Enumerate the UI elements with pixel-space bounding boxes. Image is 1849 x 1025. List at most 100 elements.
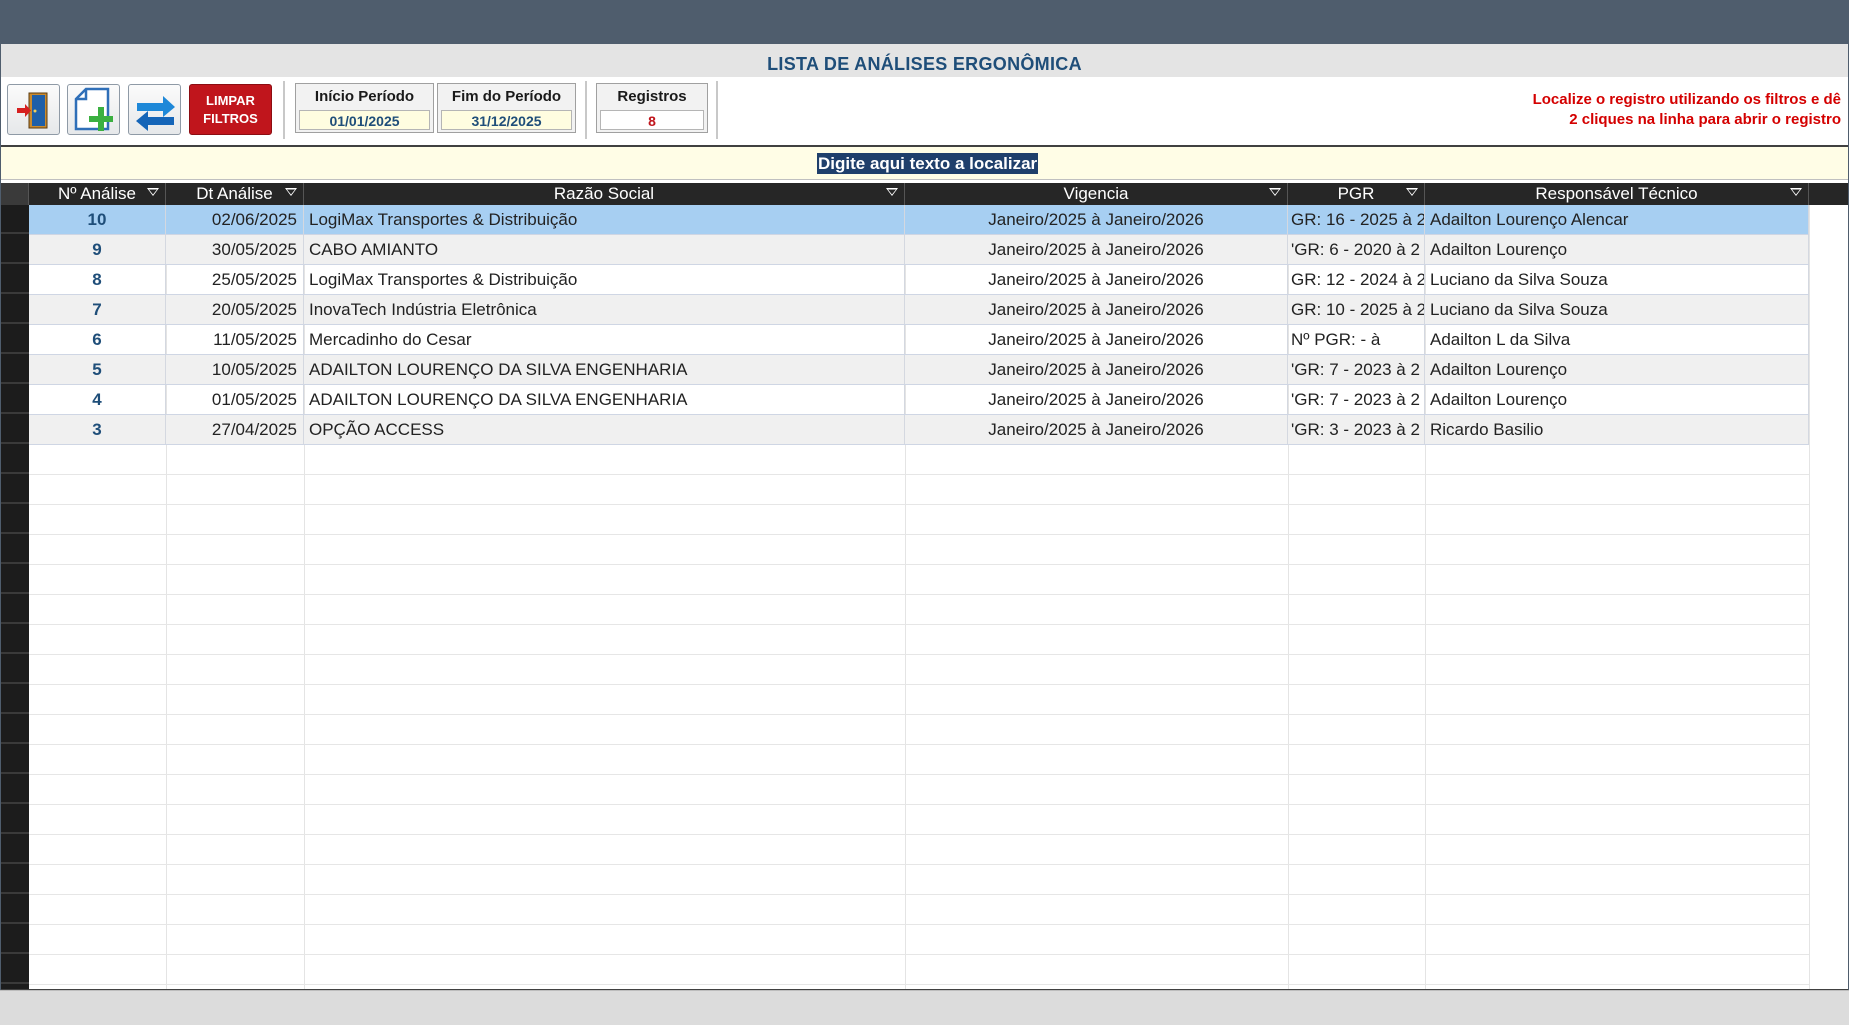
row-selector[interactable] [1, 535, 29, 564]
cell-vigencia[interactable]: Janeiro/2025 à Janeiro/2026 [905, 385, 1288, 414]
row-selector[interactable] [1, 835, 29, 864]
cell-razao-social[interactable]: ADAILTON LOURENÇO DA SILVA ENGENHARIA [304, 355, 905, 384]
row-selector[interactable] [1, 355, 29, 384]
filter-dropdown-icon[interactable] [1269, 188, 1281, 198]
row-selector[interactable] [1, 295, 29, 324]
col-header-vigencia[interactable]: Vigencia [905, 183, 1288, 205]
search-input[interactable]: Digite aqui texto a localizar [817, 153, 1039, 174]
row-selector[interactable] [1, 625, 29, 654]
table-row[interactable]: 9 30/05/2025 CABO AMIANTO Janeiro/2025 à Ja… [29, 235, 1809, 265]
cell-responsavel[interactable]: Adailton Lourenço [1425, 355, 1809, 384]
cell-responsavel[interactable]: Adailton Lourenço Alencar [1425, 205, 1809, 234]
row-selector[interactable] [1, 595, 29, 624]
cell-razao-social[interactable]: InovaTech Indústria Eletrônica [304, 295, 905, 324]
new-record-button[interactable] [67, 84, 120, 135]
row-selector[interactable] [1, 385, 29, 414]
row-selector[interactable] [1, 715, 29, 744]
table-row[interactable]: 4 01/05/2025 ADAILTON LOURENÇO DA SILVA EN… [29, 385, 1809, 415]
cell-responsavel[interactable]: Ricardo Basilio [1425, 415, 1809, 444]
cell-num[interactable]: 10 [29, 205, 166, 234]
select-all-corner[interactable] [1, 183, 29, 205]
row-selector[interactable] [1, 805, 29, 834]
cell-num[interactable]: 7 [29, 295, 166, 324]
cell-date[interactable]: 20/05/2025 [166, 295, 304, 324]
row-selector[interactable] [1, 565, 29, 594]
cell-vigencia[interactable]: Janeiro/2025 à Janeiro/2026 [905, 235, 1288, 264]
cell-razao-social[interactable]: ADAILTON LOURENÇO DA SILVA ENGENHARIA [304, 385, 905, 414]
cell-date[interactable]: 10/05/2025 [166, 355, 304, 384]
col-header-responsavel[interactable]: Responsável Técnico [1425, 183, 1809, 205]
col-header-num[interactable]: Nº Análise [29, 183, 166, 205]
row-selector[interactable] [1, 925, 29, 954]
record-selector-column[interactable] [1, 183, 29, 989]
cell-date[interactable]: 02/06/2025 [166, 205, 304, 234]
table-row[interactable]: 10 02/06/2025 LogiMax Transportes & Distri… [29, 205, 1809, 235]
row-selector[interactable] [1, 205, 29, 234]
end-period-input[interactable]: 31/12/2025 [441, 110, 572, 130]
cell-pgr[interactable]: 'GR: 6 - 2020 à 2 [1288, 235, 1425, 264]
refresh-button[interactable] [128, 84, 181, 135]
table-row[interactable]: 3 27/04/2025 OPÇÃO ACCESS Janeiro/2025 à Ja… [29, 415, 1809, 445]
col-header-razao[interactable]: Razão Social [304, 183, 905, 205]
cell-vigencia[interactable]: Janeiro/2025 à Janeiro/2026 [905, 205, 1288, 234]
cell-responsavel[interactable]: Adailton L da Silva [1425, 325, 1809, 354]
cell-pgr[interactable]: 'GR: 3 - 2023 à 2 [1288, 415, 1425, 444]
cell-razao-social[interactable]: LogiMax Transportes & Distribuição [304, 265, 905, 294]
row-selector[interactable] [1, 955, 29, 984]
filter-dropdown-icon[interactable] [1790, 188, 1802, 198]
col-header-date[interactable]: Dt Análise [166, 183, 304, 205]
cell-num[interactable]: 3 [29, 415, 166, 444]
cell-razao-social[interactable]: OPÇÃO ACCESS [304, 415, 905, 444]
row-selector[interactable] [1, 655, 29, 684]
cell-vigencia[interactable]: Janeiro/2025 à Janeiro/2026 [905, 295, 1288, 324]
cell-razao-social[interactable]: Mercadinho do Cesar [304, 325, 905, 354]
cell-vigencia[interactable]: Janeiro/2025 à Janeiro/2026 [905, 415, 1288, 444]
cell-responsavel[interactable]: Adailton Lourenço [1425, 385, 1809, 414]
window-title-bar[interactable] [0, 0, 1849, 45]
table-row[interactable]: 5 10/05/2025 ADAILTON LOURENÇO DA SILVA EN… [29, 355, 1809, 385]
cell-date[interactable]: 27/04/2025 [166, 415, 304, 444]
row-selector[interactable] [1, 505, 29, 534]
row-selector[interactable] [1, 325, 29, 354]
clear-filters-button[interactable]: LIMPAR FILTROS [189, 84, 272, 135]
cell-pgr[interactable]: 'GR: 7 - 2023 à 2 [1288, 355, 1425, 384]
row-selector[interactable] [1, 235, 29, 264]
cell-pgr[interactable]: GR: 10 - 2025 à 2 [1288, 295, 1425, 324]
cell-vigencia[interactable]: Janeiro/2025 à Janeiro/2026 [905, 265, 1288, 294]
filter-dropdown-icon[interactable] [886, 188, 898, 198]
exit-button[interactable] [7, 84, 60, 135]
row-selector[interactable] [1, 745, 29, 774]
row-selector[interactable] [1, 445, 29, 474]
cell-razao-social[interactable]: LogiMax Transportes & Distribuição [304, 205, 905, 234]
row-selector[interactable] [1, 415, 29, 444]
cell-date[interactable]: 01/05/2025 [166, 385, 304, 414]
filter-dropdown-icon[interactable] [285, 188, 297, 198]
start-period-input[interactable]: 01/01/2025 [299, 110, 430, 130]
cell-pgr[interactable]: 'GR: 7 - 2023 à 2 [1288, 385, 1425, 414]
cell-responsavel[interactable]: Luciano da Silva Souza [1425, 265, 1809, 294]
row-selector[interactable] [1, 895, 29, 924]
filter-dropdown-icon[interactable] [147, 188, 159, 198]
table-row[interactable]: 6 11/05/2025 Mercadinho do Cesar Janeiro/20… [29, 325, 1809, 355]
cell-num[interactable]: 4 [29, 385, 166, 414]
cell-vigencia[interactable]: Janeiro/2025 à Janeiro/2026 [905, 325, 1288, 354]
cell-pgr[interactable]: GR: 16 - 2025 à 2 [1288, 205, 1425, 234]
cell-date[interactable]: 30/05/2025 [166, 235, 304, 264]
cell-num[interactable]: 5 [29, 355, 166, 384]
row-selector[interactable] [1, 475, 29, 504]
cell-responsavel[interactable]: Adailton Lourenço [1425, 235, 1809, 264]
cell-pgr[interactable]: Nº PGR: - à [1288, 325, 1425, 354]
cell-date[interactable]: 25/05/2025 [166, 265, 304, 294]
filter-dropdown-icon[interactable] [1406, 188, 1418, 198]
table-row[interactable]: 7 20/05/2025 InovaTech Indústria Eletrônic… [29, 295, 1809, 325]
cell-date[interactable]: 11/05/2025 [166, 325, 304, 354]
table-row[interactable]: 8 25/05/2025 LogiMax Transportes & Distrib… [29, 265, 1809, 295]
row-selector[interactable] [1, 265, 29, 294]
row-selector[interactable] [1, 865, 29, 894]
cell-vigencia[interactable]: Janeiro/2025 à Janeiro/2026 [905, 355, 1288, 384]
col-header-pgr[interactable]: PGR [1288, 183, 1425, 205]
cell-responsavel[interactable]: Luciano da Silva Souza [1425, 295, 1809, 324]
cell-num[interactable]: 9 [29, 235, 166, 264]
row-selector[interactable] [1, 775, 29, 804]
cell-razao-social[interactable]: CABO AMIANTO [304, 235, 905, 264]
